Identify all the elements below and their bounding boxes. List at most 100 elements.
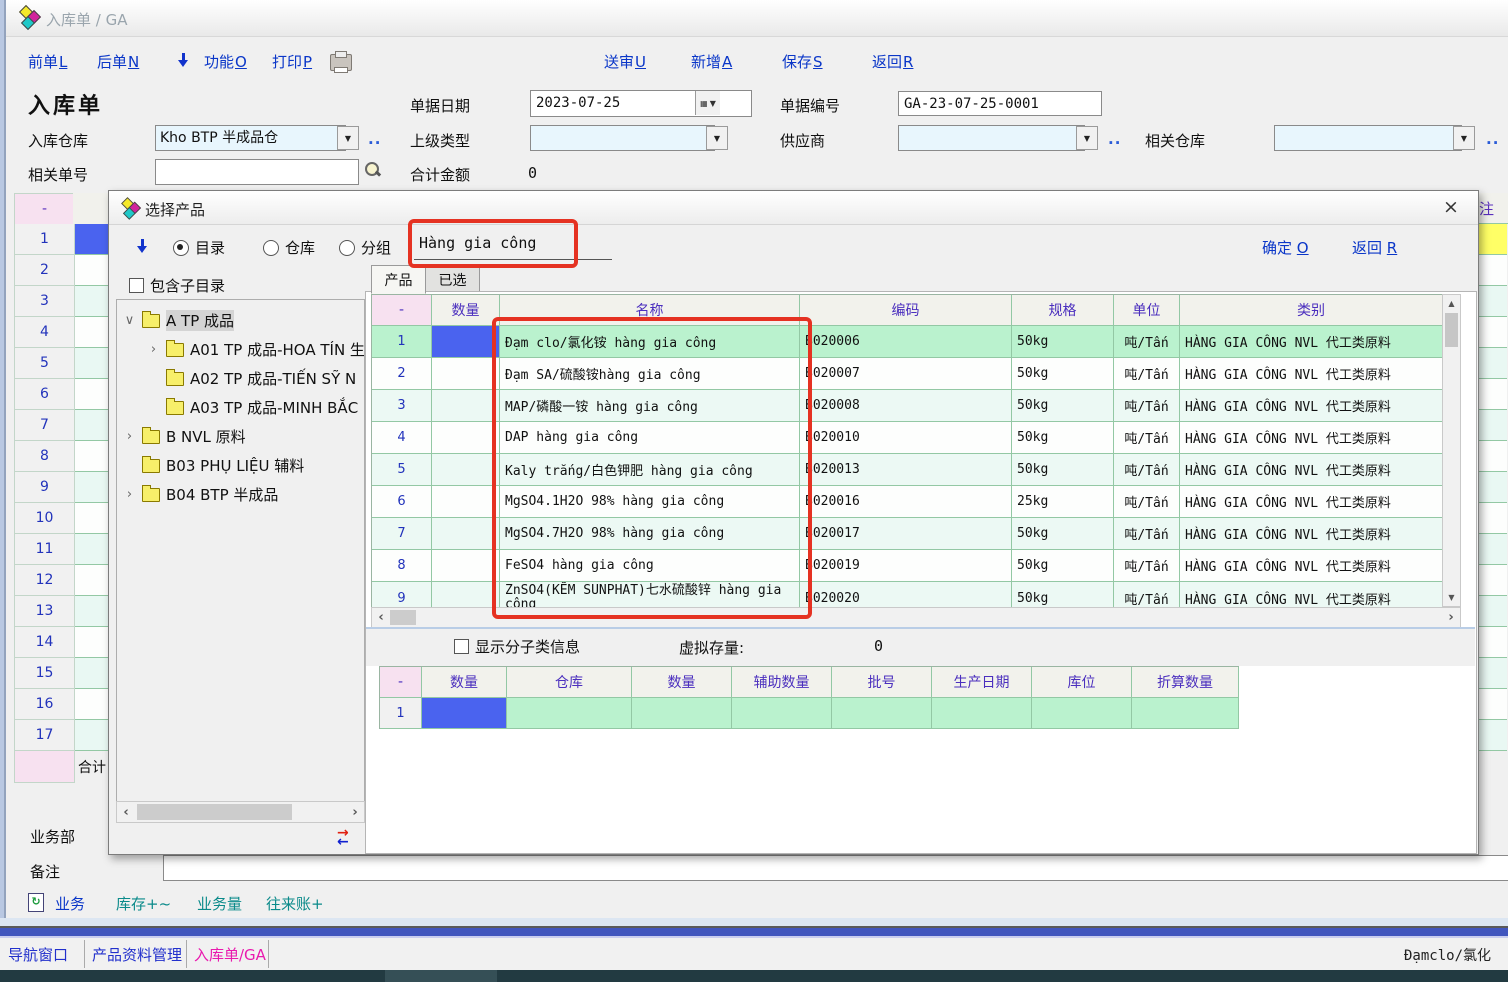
- batch-row[interactable]: 1: [380, 698, 1239, 729]
- batch-cell[interactable]: [832, 698, 932, 729]
- column-header[interactable]: 数量: [632, 667, 732, 698]
- swap-icon[interactable]: →←: [337, 829, 349, 847]
- batch-cell[interactable]: [1132, 698, 1239, 729]
- print-button[interactable]: 打印P: [272, 51, 312, 72]
- note-cell[interactable]: [1477, 627, 1507, 658]
- product-row[interactable]: 2Đạm SA/硫酸铵hàng gia côngB02000750kg吨/Tấn…: [372, 358, 1443, 390]
- note-cell[interactable]: [1477, 565, 1507, 596]
- product-search-input[interactable]: Hàng gia công: [419, 234, 536, 252]
- submit-button[interactable]: 送审U: [604, 51, 646, 72]
- product-row[interactable]: 1Đạm clo/氯化铵 hàng gia côngB02000650kg吨/T…: [372, 326, 1443, 358]
- scroll-right-icon[interactable]: ›: [347, 803, 363, 821]
- scroll-left-icon[interactable]: ‹: [118, 803, 134, 821]
- batch-cell[interactable]: [507, 698, 632, 729]
- radio-warehouse[interactable]: 仓库: [263, 237, 315, 258]
- prev-doc-button[interactable]: 前单L: [28, 51, 67, 72]
- search-lookup-icon[interactable]: [364, 161, 381, 178]
- batch-cell[interactable]: [1032, 698, 1132, 729]
- radio-group[interactable]: 分组: [339, 237, 391, 258]
- parent-type-combo-arrow-icon[interactable]: ▼: [706, 126, 728, 150]
- column-header[interactable]: 编码: [800, 295, 1012, 326]
- batch-cell[interactable]: [932, 698, 1032, 729]
- tree-h-scrollbar[interactable]: ‹ ›: [116, 801, 365, 823]
- column-header[interactable]: 规格: [1012, 295, 1114, 326]
- tree-item[interactable]: ›B NVL 原料: [117, 422, 364, 451]
- tree-item[interactable]: ∨A TP 成品: [117, 306, 364, 335]
- grid-cell[interactable]: [75, 534, 112, 565]
- warehouse-combo-arrow-icon[interactable]: ▼: [337, 126, 359, 150]
- column-header[interactable]: 批号: [832, 667, 932, 698]
- column-header[interactable]: 库位: [1032, 667, 1132, 698]
- grid-cell[interactable]: [75, 255, 112, 286]
- supplier-combo[interactable]: [898, 125, 1085, 151]
- chevron-down-icon[interactable]: ∨: [123, 313, 136, 328]
- tab-accounts[interactable]: 往来账+: [266, 893, 324, 914]
- dialog-filter-arrow-icon[interactable]: [137, 239, 148, 253]
- related-warehouse-combo-arrow-icon[interactable]: ▼: [1453, 126, 1475, 150]
- grid-cell[interactable]: [75, 658, 112, 689]
- product-row[interactable]: 6MgSO4.1H2O 98% hàng gia côngB02001625kg…: [372, 486, 1443, 518]
- include-subfolder-checkbox[interactable]: 包含子目录: [129, 275, 225, 296]
- note-cell[interactable]: [1477, 503, 1507, 534]
- note-cell[interactable]: [1477, 379, 1507, 410]
- warehouse-more-button[interactable]: ..: [368, 130, 381, 148]
- note-cell[interactable]: [1477, 286, 1507, 317]
- grid-cell[interactable]: [75, 286, 112, 317]
- column-header[interactable]: 数量: [432, 295, 500, 326]
- note-cell[interactable]: [1477, 720, 1507, 751]
- function-button[interactable]: 功能O: [204, 51, 247, 72]
- tree-item[interactable]: B03 PHỤ LIỆU 辅料: [117, 451, 364, 480]
- column-header[interactable]: 折算数量: [1132, 667, 1239, 698]
- taskbar-tab-navigation[interactable]: 导航窗口: [8, 944, 68, 965]
- dialog-ok-button[interactable]: 确定 O: [1262, 237, 1309, 258]
- save-button[interactable]: 保存S: [782, 51, 823, 72]
- supplier-combo-arrow-icon[interactable]: ▼: [1076, 126, 1098, 150]
- column-header[interactable]: 类别: [1180, 295, 1443, 326]
- note-cell[interactable]: [1477, 596, 1507, 627]
- quantity-cell[interactable]: [432, 518, 500, 550]
- product-row[interactable]: 8FeSO4 hàng gia côngB02001950kg吨/TấnHÀNG…: [372, 550, 1443, 582]
- quantity-cell[interactable]: [432, 486, 500, 518]
- column-header[interactable]: 生产日期: [932, 667, 1032, 698]
- batch-cell[interactable]: [422, 698, 507, 729]
- quantity-cell[interactable]: [432, 326, 500, 358]
- note-cell[interactable]: [1477, 534, 1507, 565]
- chevron-right-icon[interactable]: ›: [147, 342, 160, 357]
- scroll-up-icon[interactable]: ▲: [1444, 296, 1459, 311]
- column-header[interactable]: -: [380, 667, 422, 698]
- quantity-cell[interactable]: [432, 390, 500, 422]
- note-cell[interactable]: [1477, 658, 1507, 689]
- chevron-right-icon[interactable]: ›: [123, 429, 136, 444]
- next-doc-button[interactable]: 后单N: [97, 51, 139, 72]
- supplier-more-button[interactable]: ..: [1108, 130, 1121, 148]
- column-header[interactable]: -: [372, 295, 432, 326]
- note-cell[interactable]: [1477, 255, 1507, 286]
- dialog-return-button[interactable]: 返回 R: [1352, 237, 1397, 258]
- product-row[interactable]: 3MAP/磷酸一铵 hàng gia côngB02000850kg吨/TấnH…: [372, 390, 1443, 422]
- column-header[interactable]: 单位: [1114, 295, 1180, 326]
- note-cell[interactable]: [1477, 348, 1507, 379]
- tree-item[interactable]: A02 TP 成品-TIẾN SỸ N: [117, 364, 364, 393]
- taskbar-tab-product-data[interactable]: 产品资料管理: [92, 944, 182, 965]
- grid-cell[interactable]: [75, 224, 112, 255]
- grid-cell[interactable]: [75, 627, 112, 658]
- return-button[interactable]: 返回R: [872, 51, 913, 72]
- grid-cell[interactable]: [75, 565, 112, 596]
- grid-cell[interactable]: [75, 503, 112, 534]
- quantity-cell[interactable]: [432, 422, 500, 454]
- scroll-left-icon[interactable]: ‹: [373, 609, 389, 626]
- scrollbar-thumb[interactable]: [137, 804, 292, 820]
- tab-product[interactable]: 产品: [371, 265, 426, 294]
- related-no-input[interactable]: [155, 159, 359, 185]
- radio-catalog[interactable]: 目录: [173, 237, 225, 258]
- product-v-scrollbar[interactable]: ▲ ▼: [1442, 294, 1461, 607]
- column-header[interactable]: 数量: [422, 667, 507, 698]
- close-icon[interactable]: ×: [1439, 196, 1463, 218]
- grid-cell[interactable]: [75, 379, 112, 410]
- grid-cell[interactable]: [75, 472, 112, 503]
- note-cell[interactable]: [1477, 472, 1507, 503]
- tab-selected[interactable]: 已选: [425, 265, 480, 294]
- related-warehouse-more-button[interactable]: ..: [1486, 130, 1499, 148]
- scroll-right-icon[interactable]: ›: [1443, 609, 1459, 626]
- remark-input[interactable]: [163, 855, 1508, 881]
